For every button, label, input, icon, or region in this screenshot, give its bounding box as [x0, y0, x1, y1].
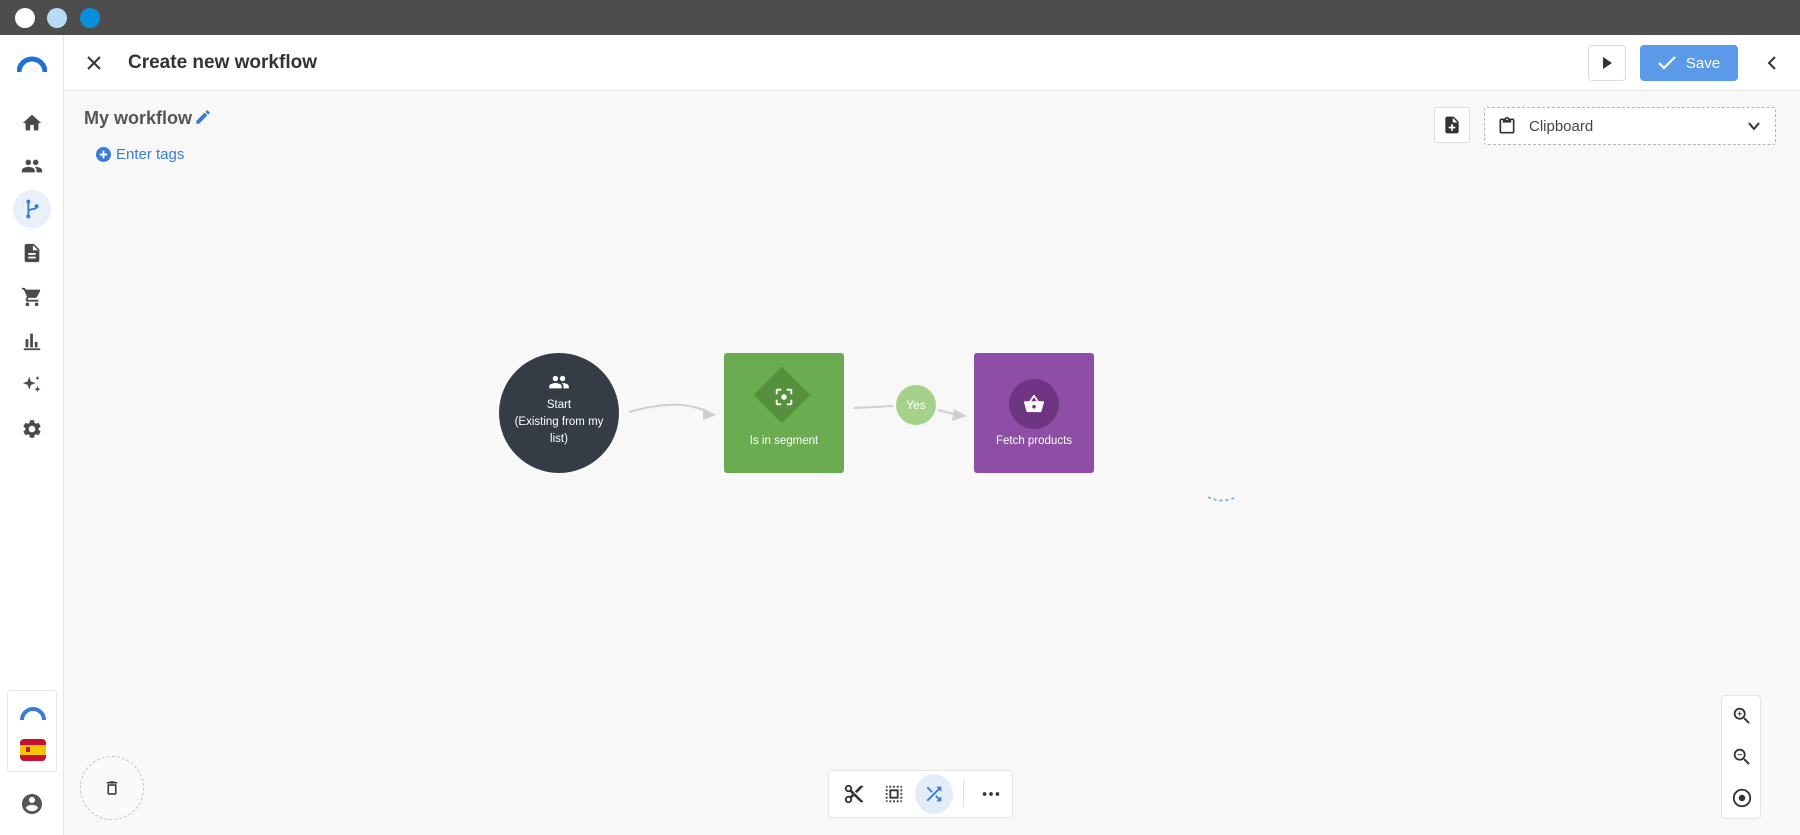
sidebar-item-settings[interactable]	[13, 410, 51, 448]
auto-layout-button[interactable]	[915, 774, 954, 814]
chevron-down-icon	[1748, 122, 1760, 131]
sidebar-item-workflows[interactable]	[13, 190, 51, 228]
brand-small-icon[interactable]	[20, 705, 46, 721]
start-node-line3: list)	[550, 433, 568, 445]
group-icon	[549, 375, 569, 389]
start-node-line2: (Existing from my	[514, 416, 604, 428]
brand-logo-icon[interactable]	[17, 55, 47, 73]
save-button[interactable]: Save	[1640, 45, 1738, 81]
window-dot-blue[interactable]	[80, 8, 100, 28]
cut-button[interactable]	[835, 774, 873, 814]
delete-drop-zone[interactable]	[80, 756, 144, 820]
collapse-panel-button[interactable]	[1760, 51, 1784, 75]
loading-spinner	[1207, 496, 1237, 502]
save-button-label: Save	[1685, 54, 1721, 72]
user-account-icon[interactable]	[20, 792, 44, 816]
zoom-in-icon	[1733, 707, 1750, 724]
close-icon	[87, 56, 101, 70]
play-icon	[1603, 57, 1612, 69]
sidebar-item-contacts[interactable]	[13, 147, 51, 185]
document-icon	[24, 243, 40, 263]
chart-icon	[23, 333, 41, 351]
sidebar-item-ai[interactable]	[13, 366, 51, 404]
workflow-node-segment[interactable]: Is in segment	[724, 353, 844, 473]
connector-yes-fetch	[937, 409, 959, 416]
settings-icon	[23, 420, 41, 438]
note-add-icon	[1445, 116, 1459, 134]
clipboard-icon	[1499, 116, 1515, 134]
home-icon	[22, 114, 42, 131]
add-note-button[interactable]	[1434, 107, 1470, 143]
fetch-icon-circle	[1009, 379, 1059, 429]
scissors-icon	[844, 784, 864, 804]
zoom-in-button[interactable]	[1730, 704, 1754, 728]
enter-tags-label: Enter tags	[116, 146, 185, 163]
chevron-left-icon	[1767, 56, 1776, 70]
cart-icon	[21, 287, 41, 307]
run-workflow-button[interactable]	[1588, 45, 1626, 81]
sidebar-bottom-panel	[7, 690, 57, 772]
canvas-toolbar	[828, 770, 1013, 818]
arrowhead-start-segment	[703, 408, 716, 420]
toolbar-separator	[963, 781, 964, 807]
close-button[interactable]	[82, 51, 106, 75]
workflow-node-fetch-products[interactable]: Fetch products	[974, 353, 1094, 473]
basket-icon	[1024, 394, 1044, 413]
sidebar-item-documents[interactable]	[13, 234, 51, 272]
sparkle-icon	[22, 375, 41, 393]
more-horizontal-icon	[982, 792, 1000, 796]
edit-pencil-icon[interactable]	[194, 108, 212, 126]
sidebar	[0, 35, 64, 835]
window-dot-lightblue[interactable]	[47, 8, 67, 28]
workflow-name: My workflow	[84, 108, 193, 128]
segment-node-label: Is in segment	[749, 435, 819, 447]
start-node-line1: Start	[546, 399, 572, 411]
arrowhead-yes-fetch	[952, 409, 967, 421]
branch-yes-badge[interactable]: Yes	[896, 385, 936, 425]
sidebar-item-reports[interactable]	[13, 322, 51, 360]
page-title: Create new workflow	[128, 52, 317, 73]
window-titlebar	[0, 0, 1800, 35]
target-icon	[1732, 788, 1752, 808]
fetch-node-label: Fetch products	[995, 435, 1073, 447]
sidebar-item-home[interactable]	[13, 104, 51, 142]
workflow-icon	[26, 199, 39, 219]
zoom-out-icon	[1733, 748, 1750, 765]
window-dot-white[interactable]	[15, 8, 35, 28]
enter-tags-link[interactable]: Enter tags	[96, 146, 184, 163]
clipboard-dropdown[interactable]: Clipboard	[1484, 107, 1776, 145]
select-all-icon	[885, 785, 903, 803]
select-area-button[interactable]	[875, 774, 913, 814]
connector-start-segment	[628, 403, 713, 415]
clipboard-label: Clipboard	[1529, 117, 1594, 135]
contacts-icon	[21, 159, 43, 173]
zoom-out-button[interactable]	[1730, 745, 1754, 769]
check-icon	[1658, 56, 1676, 70]
spain-flag-icon[interactable]	[20, 739, 46, 761]
trash-icon	[106, 781, 118, 795]
shuffle-icon	[926, 786, 942, 802]
workflow-node-start[interactable]: Start (Existing from my list)	[499, 353, 619, 473]
center-view-button[interactable]	[1730, 786, 1754, 810]
more-options-button[interactable]	[972, 774, 1010, 814]
segment-focus-icon	[775, 388, 793, 406]
connector-segment-yes	[853, 405, 894, 409]
zoom-controls	[1721, 695, 1761, 819]
sidebar-item-cart[interactable]	[13, 278, 51, 316]
plus-circle-icon	[96, 147, 111, 162]
page-header: Create new workflow Save	[64, 35, 1800, 91]
